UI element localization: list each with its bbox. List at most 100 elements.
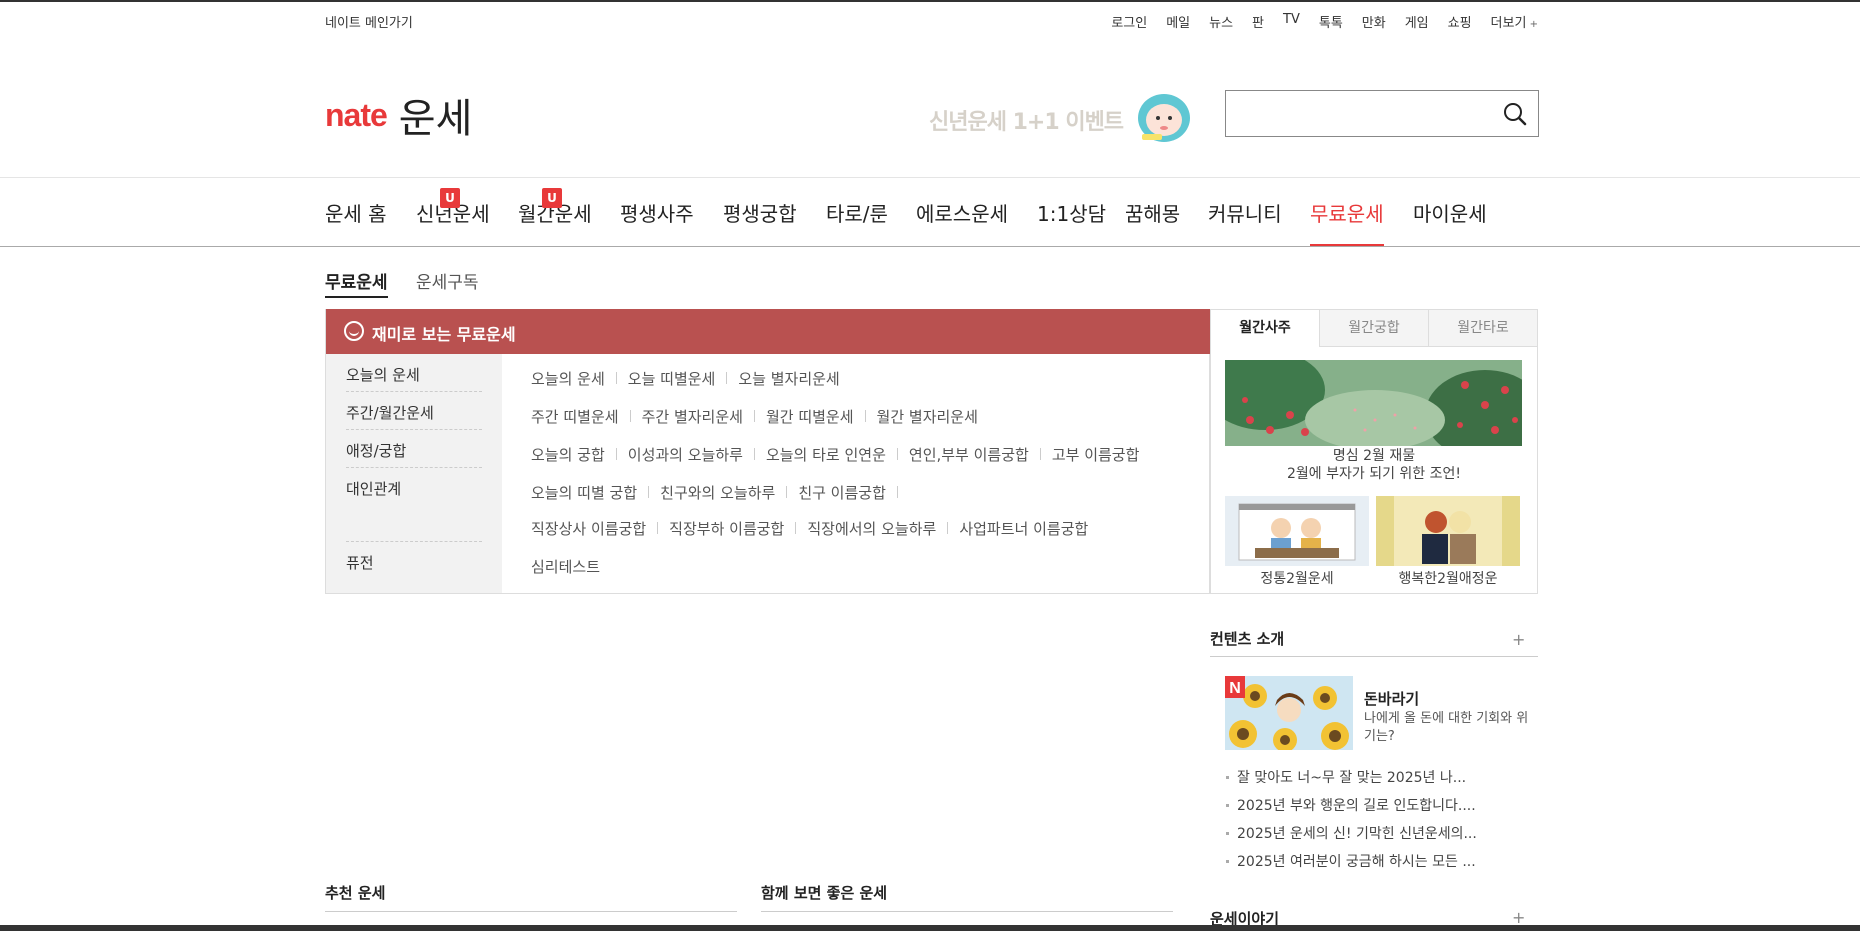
category-relations: 대인관계 <box>346 468 482 542</box>
plus-icon[interactable]: + <box>1512 630 1525 649</box>
game-link[interactable]: 게임 <box>1405 12 1429 31</box>
nav-consulting[interactable]: 1:1상담 <box>1037 198 1106 246</box>
category-today: 오늘의 운세 <box>346 354 482 392</box>
widget-tabs: 월간사주 월간궁합 월간타로 <box>1211 310 1537 347</box>
monthly-widget: 월간사주 월간궁합 월간타로 명심 2월 재물 2월에 부자가 되기 위한 조언… <box>1210 309 1538 594</box>
new-badge: N <box>1229 680 1241 697</box>
nav-lifetime-compat[interactable]: 평생궁합 <box>723 198 797 246</box>
link-row-relations-1: 오늘의 띠별 궁합 친구와의 오늘하루 친구 이름궁합 <box>531 482 909 503</box>
main-nav: 운세 홈 U 신년운세 U 월간운세 평생사주 평생궁합 타로/룬 에로스운세 … <box>325 178 1538 246</box>
tv-link[interactable]: TV <box>1283 12 1300 31</box>
nav-my-fortune[interactable]: 마이운세 <box>1413 198 1487 246</box>
panel-header: 재미로 보는 무료운세 <box>326 309 1211 354</box>
link-row-love: 오늘의 궁합 이성과의 오늘하루 오늘의 타로 인연운 연인,부부 이름궁합 고… <box>531 444 1139 465</box>
link-zodiac-compat[interactable]: 오늘의 띠별 궁합 <box>531 482 637 503</box>
category-love-compat: 애정/궁합 <box>346 430 482 468</box>
nate-logo: nate <box>325 96 388 133</box>
bottom-bar <box>0 925 1860 931</box>
link-today-zodiac[interactable]: 오늘 띠별운세 <box>628 368 716 389</box>
list-item[interactable]: 2025년 여러분이 궁금해 하시는 모든 ... <box>1225 851 1535 879</box>
nav-free-fortune[interactable]: 무료운세 <box>1310 198 1384 246</box>
talktalk-link[interactable]: 톡톡 <box>1319 12 1343 31</box>
link-row-weekly: 주간 띠별운세 주간 별자리운세 월간 띠별운세 월간 별자리운세 <box>531 406 978 427</box>
list-item[interactable]: 2025년 부와 행운의 길로 인도합니다.... <box>1225 795 1535 823</box>
link-today-compat[interactable]: 오늘의 궁합 <box>531 444 605 465</box>
link-row-fusion: 심리테스트 <box>531 556 600 577</box>
link-opposite-sex-day[interactable]: 이성과의 오늘하루 <box>628 444 743 465</box>
link-weekly-zodiac[interactable]: 주간 띠별운세 <box>531 406 619 427</box>
pann-link[interactable]: 판 <box>1252 12 1264 31</box>
recommended-title: 추천 운세 <box>325 884 386 902</box>
more-link[interactable]: 더보기 <box>1491 12 1538 31</box>
link-couple-name-compat[interactable]: 연인,부부 이름궁합 <box>909 444 1029 465</box>
nate-home-link[interactable]: 네이트 메인가기 <box>325 12 413 31</box>
feature-desc: 나에게 올 돈에 대한 기회와 위기는? <box>1364 711 1529 744</box>
tab-monthly-saju[interactable]: 월간사주 <box>1211 310 1319 347</box>
money-sunflower-image[interactable]: N <box>1225 676 1353 750</box>
link-workplace-day[interactable]: 직장에서의 오늘하루 <box>807 518 936 539</box>
news-link[interactable]: 뉴스 <box>1209 12 1233 31</box>
list-item[interactable]: 2025년 운세의 신! 기막힌 신년운세의... <box>1225 823 1535 851</box>
nav-new-year-fortune[interactable]: U 신년운세 <box>416 188 490 246</box>
mascot-image <box>1138 94 1190 142</box>
site-logo[interactable]: nate 운세 <box>325 86 472 144</box>
header: nate 운세 신년운세 1+1 이벤트 <box>325 80 1539 150</box>
search-icon[interactable] <box>1500 99 1530 129</box>
thumb-caption-love[interactable]: 행복한2월애정운 <box>1376 568 1520 588</box>
love-thumb-image[interactable] <box>1376 496 1520 566</box>
nav-tarot-rune[interactable]: 타로/룬 <box>826 198 888 246</box>
top-border <box>0 0 1860 2</box>
update-badge: U <box>440 188 460 208</box>
together-title: 함께 보면 좋은 운세 <box>761 884 888 902</box>
comics-link[interactable]: 만화 <box>1362 12 1386 31</box>
nav-dream[interactable]: 꿈해몽 <box>1125 198 1180 246</box>
feature-title[interactable]: 돈바라기 <box>1364 688 1419 709</box>
link-today-star[interactable]: 오늘 별자리운세 <box>738 368 839 389</box>
link-monthly-star[interactable]: 월간 별자리운세 <box>877 406 978 427</box>
link-friend-name-compat[interactable]: 친구 이름궁합 <box>798 482 886 503</box>
promo-text: 신년운세 1+1 이벤트 <box>929 110 1124 135</box>
logo-title: 운세 <box>398 96 473 142</box>
content-intro-title: 컨텐츠 소개 <box>1210 630 1285 648</box>
tab-monthly-tarot[interactable]: 월간타로 <box>1428 310 1537 347</box>
link-boss-name-compat[interactable]: 직장상사 이름궁합 <box>531 518 646 539</box>
calendar-thumb-image[interactable] <box>1225 496 1369 566</box>
link-weekly-star[interactable]: 주간 별자리운세 <box>642 406 743 427</box>
list-item[interactable]: 잘 맞아도 너~무 잘 맞는 2025년 나... <box>1225 767 1535 795</box>
tab-free-fortune[interactable]: 무료운세 <box>325 268 388 298</box>
nav-lifetime-saju[interactable]: 평생사주 <box>620 198 694 246</box>
link-psych-test[interactable]: 심리테스트 <box>531 556 600 577</box>
nav-monthly-fortune[interactable]: U 월간운세 <box>518 188 592 246</box>
smile-icon <box>344 321 364 341</box>
link-today-fortune[interactable]: 오늘의 운세 <box>531 368 605 389</box>
mail-link[interactable]: 메일 <box>1166 12 1190 31</box>
wealth-caption-desc: 2월에 부자가 되기 위한 조언! <box>1287 466 1461 482</box>
promo-banner[interactable]: 신년운세 1+1 이벤트 <box>929 84 1193 142</box>
login-link[interactable]: 로그인 <box>1111 12 1147 31</box>
link-partner-name-compat[interactable]: 사업파트너 이름궁합 <box>959 518 1088 539</box>
link-row-relations-2: 직장상사 이름궁합 직장부하 이름궁합 직장에서의 오늘하루 사업파트너 이름궁… <box>531 518 1088 539</box>
content-list: 잘 맞아도 너~무 잘 맞는 2025년 나... 2025년 부와 행운의 길… <box>1225 767 1535 879</box>
search-input[interactable] <box>1234 101 1484 127</box>
nav-eros-fortune[interactable]: 에로스운세 <box>916 198 1008 246</box>
link-friend-day[interactable]: 친구와의 오늘하루 <box>660 482 775 503</box>
category-column: 오늘의 운세 주간/월간운세 애정/궁합 대인관계 퓨전 <box>326 354 502 593</box>
sub-tabs: 무료운세 운세구독 <box>325 264 1538 298</box>
link-monthly-zodiac[interactable]: 월간 띠별운세 <box>766 406 854 427</box>
wealth-banner-image[interactable] <box>1225 360 1522 446</box>
wealth-caption[interactable]: 명심 2월 재물 2월에 부자가 되기 위한 조언! <box>1211 447 1537 483</box>
nav-fortune-home[interactable]: 운세 홈 <box>325 198 387 246</box>
link-inlaw-name-compat[interactable]: 고부 이름궁합 <box>1052 444 1140 465</box>
free-fortune-panel: 재미로 보는 무료운세 오늘의 운세 주간/월간운세 애정/궁합 대인관계 퓨전… <box>325 309 1211 594</box>
nav-community[interactable]: 커뮤니티 <box>1208 198 1282 246</box>
link-tarot-relationship[interactable]: 오늘의 타로 인연운 <box>766 444 886 465</box>
shopping-link[interactable]: 쇼핑 <box>1448 12 1472 31</box>
content-intro-divider <box>1210 656 1538 657</box>
link-subordinate-name-compat[interactable]: 직장부하 이름궁합 <box>669 518 784 539</box>
panel-title: 재미로 보는 무료운세 <box>372 325 516 344</box>
tab-subscription[interactable]: 운세구독 <box>416 268 479 293</box>
thumb-caption-monthly[interactable]: 정통2월운세 <box>1225 568 1369 588</box>
search-box <box>1225 90 1539 137</box>
tab-monthly-compat[interactable]: 월간궁합 <box>1319 310 1428 347</box>
together-divider <box>761 911 1173 912</box>
